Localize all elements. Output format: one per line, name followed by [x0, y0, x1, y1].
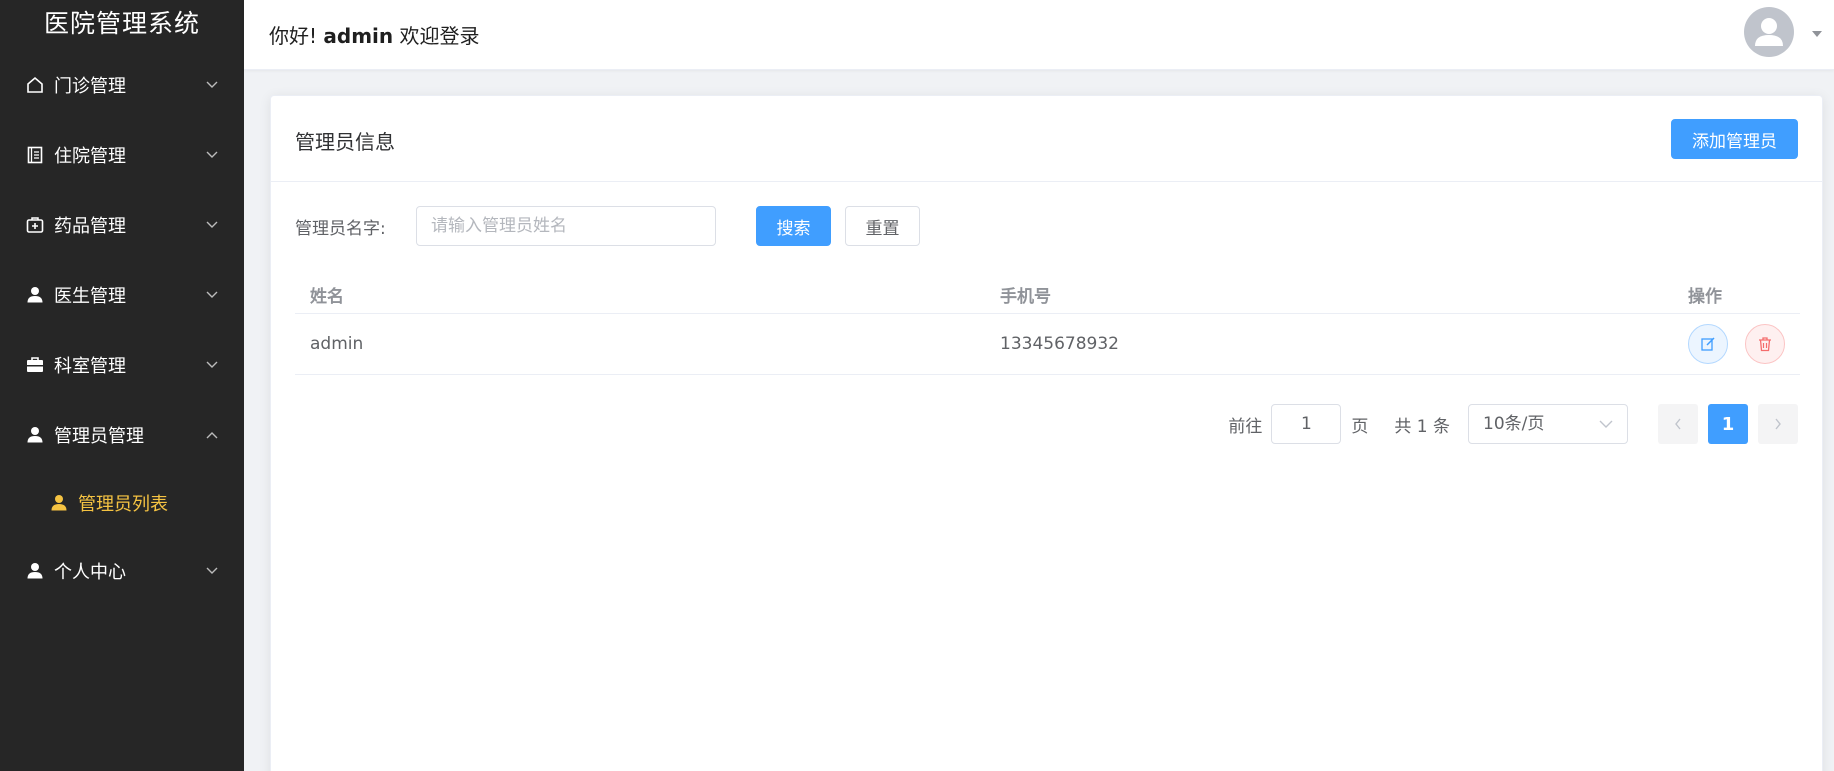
chevron-up-icon [206, 429, 218, 441]
sidebar-item-label: 住院管理 [54, 146, 126, 167]
chevron-down-icon [1599, 420, 1613, 428]
reset-button[interactable]: 重置 [845, 206, 920, 246]
chevron-down-icon [206, 79, 218, 91]
table-header: 姓名 手机号 操作 [295, 271, 1800, 314]
sidebar-item-label: 门诊管理 [54, 76, 126, 97]
user-icon [48, 492, 70, 514]
chevron-down-icon [206, 359, 218, 371]
card-title: 管理员信息 [295, 130, 395, 154]
caret-down-icon[interactable] [1812, 30, 1822, 38]
sidebar-item-label: 医生管理 [54, 286, 126, 307]
chevron-down-icon [206, 289, 218, 301]
column-header-actions: 操作 [1688, 287, 1722, 307]
delete-button[interactable] [1745, 324, 1785, 364]
greeting-prefix: 你好! [269, 24, 318, 48]
next-page-button[interactable] [1758, 404, 1798, 444]
sidebar-item-medicine[interactable]: 药品管理 [0, 190, 244, 260]
sidebar-subitem-admin-list[interactable]: 管理员列表 [0, 470, 244, 536]
goto-label: 前往 [1228, 416, 1263, 437]
admin-info-card: 管理员信息 添加管理员 管理员名字: 搜索 重置 姓名 手机号 操作 admin… [270, 95, 1823, 771]
briefcase-icon [24, 354, 46, 376]
app-title: 医院管理系统 [43, 9, 200, 38]
user-icon [24, 284, 46, 306]
prev-page-button[interactable] [1658, 404, 1698, 444]
sidebar-item-outpatient[interactable]: 门诊管理 [0, 50, 244, 120]
home-icon [24, 74, 46, 96]
page-unit-label: 页 [1351, 416, 1369, 437]
chevron-right-icon [1775, 418, 1781, 430]
page-size-value: 10条/页 [1483, 414, 1545, 434]
sidebar-item-department[interactable]: 科室管理 [0, 330, 244, 400]
user-icon [24, 424, 46, 446]
greeting-suffix: 欢迎登录 [399, 24, 480, 48]
sidebar-item-label: 管理员管理 [54, 426, 144, 447]
total-count: 共 1 条 [1394, 416, 1450, 437]
user-icon [24, 560, 46, 582]
avatar-user-icon [1755, 18, 1783, 46]
avatar[interactable] [1744, 7, 1794, 57]
page-size-select[interactable]: 10条/页 [1468, 404, 1628, 444]
column-header-phone: 手机号 [1000, 287, 1051, 307]
sidebar-item-label: 个人中心 [54, 562, 126, 583]
sidebar-item-label: 药品管理 [54, 216, 126, 237]
sidebar-item-inpatient[interactable]: 住院管理 [0, 120, 244, 190]
sidebar-item-profile[interactable]: 个人中心 [0, 536, 244, 606]
edit-button[interactable] [1688, 324, 1728, 364]
chevron-down-icon [206, 565, 218, 577]
document-icon [24, 144, 46, 166]
cell-name: admin [310, 334, 364, 354]
search-button[interactable]: 搜索 [756, 206, 831, 246]
admin-name-search-input[interactable] [416, 206, 716, 246]
sidebar-item-doctor[interactable]: 医生管理 [0, 260, 244, 330]
table-row: admin 13345678932 [295, 314, 1800, 375]
cell-phone: 13345678932 [1000, 334, 1119, 354]
card-header: 管理员信息 添加管理员 [271, 96, 1822, 182]
chevron-left-icon [1675, 418, 1681, 430]
sidebar-item-label: 科室管理 [54, 356, 126, 377]
welcome-message: 你好! admin 欢迎登录 [269, 20, 480, 49]
trash-icon [1759, 337, 1771, 352]
sidebar: 医院管理系统 门诊管理 住院管理 药品管理 医生管理 科室管理 管理员管理 管理… [0, 0, 244, 771]
add-admin-button[interactable]: 添加管理员 [1671, 119, 1798, 159]
edit-icon [1701, 337, 1715, 351]
top-header: 你好! admin 欢迎登录 [244, 0, 1834, 70]
chevron-down-icon [206, 149, 218, 161]
sidebar-subitem-label: 管理员列表 [78, 494, 168, 515]
search-label: 管理员名字: [295, 219, 386, 239]
sidebar-item-admin[interactable]: 管理员管理 [0, 400, 244, 470]
page-number-current[interactable]: 1 [1708, 404, 1748, 444]
pagination: 前往 页 共 1 条 10条/页 1 [1228, 404, 1798, 444]
username: admin [323, 24, 394, 48]
goto-page-input[interactable] [1271, 404, 1342, 444]
medicine-box-icon [24, 214, 46, 236]
column-header-name: 姓名 [310, 287, 344, 307]
admin-table: 姓名 手机号 操作 admin 13345678932 [295, 271, 1800, 375]
chevron-down-icon [206, 219, 218, 231]
